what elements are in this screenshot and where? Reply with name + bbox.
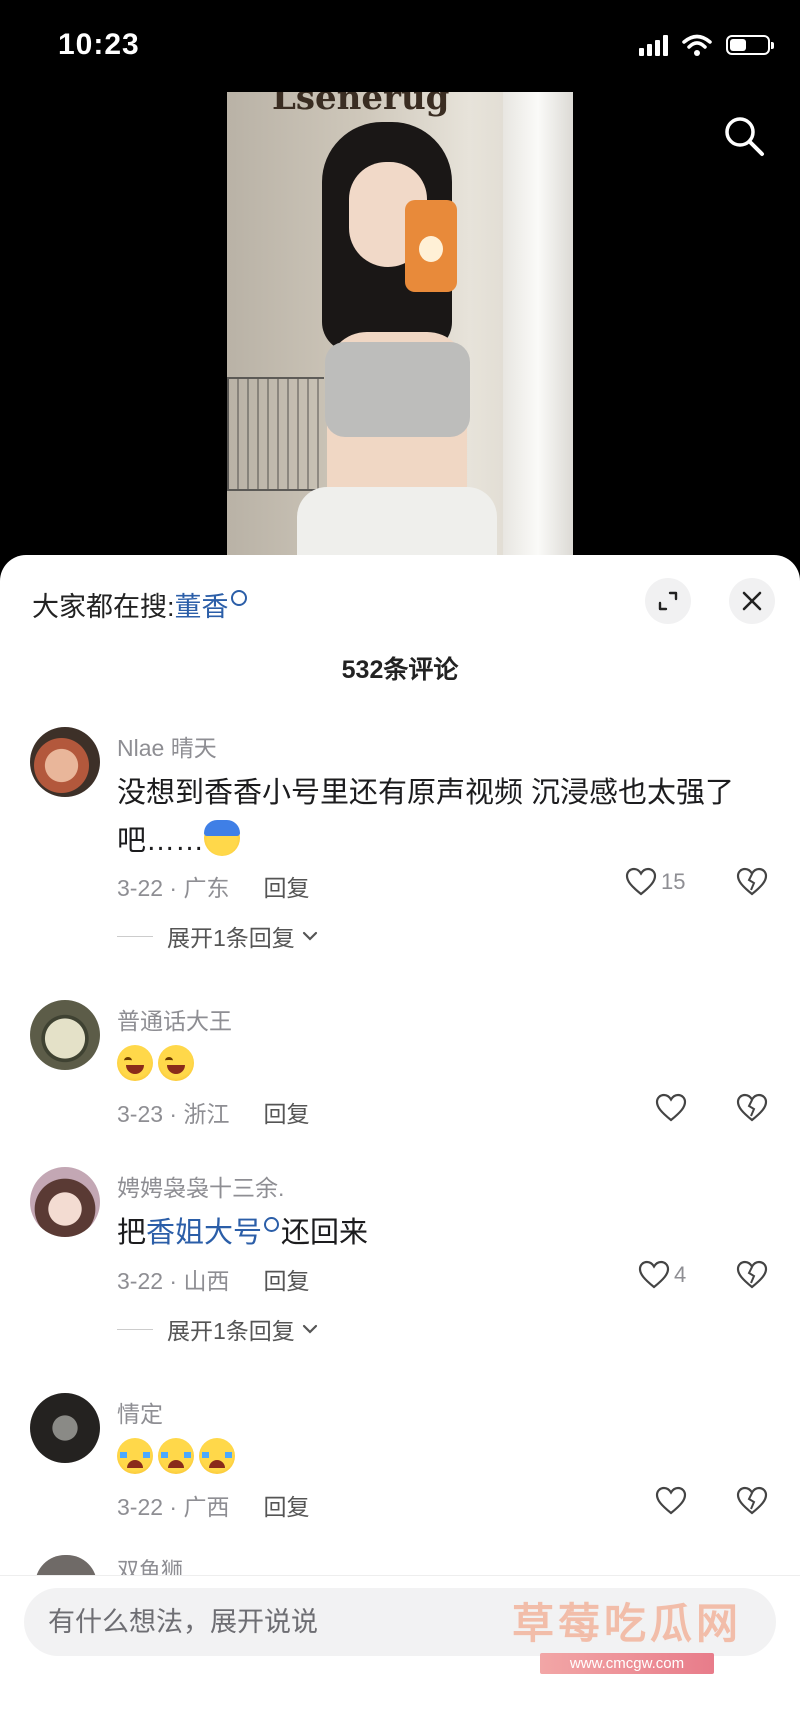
signal-icon	[639, 34, 668, 56]
sweat-emoji-icon	[204, 820, 241, 856]
close-icon	[742, 591, 762, 611]
avatar[interactable]	[30, 1000, 100, 1070]
comment-username[interactable]: 情定	[117, 1395, 163, 1429]
comment-search-link[interactable]: 香姐大号	[146, 1217, 262, 1249]
shopping-cart-shape	[227, 377, 324, 491]
comment-date-location: 3-22 · 山西	[117, 1268, 230, 1294]
expand-replies-label: 展开1条回复	[167, 925, 295, 951]
like-button[interactable]: 4	[638, 1260, 704, 1290]
comment-text: 把香姐大号 还回来	[117, 1209, 737, 1257]
video-wall-sign: Lsenerug	[272, 92, 450, 118]
comment-date-location: 3-22 · 广西	[117, 1494, 230, 1520]
broken-heart-icon[interactable]	[736, 867, 768, 897]
comment-date-location: 3-22 · 广东	[117, 875, 230, 901]
person-top-shape	[325, 342, 470, 437]
crying-emoji-icon	[117, 1438, 153, 1474]
like-button[interactable]	[655, 1093, 687, 1123]
comment-meta: 3-23 · 浙江 回复	[117, 1095, 309, 1129]
comment-meta: 3-22 · 广东 回复	[117, 869, 309, 903]
laughing-emoji-icon	[158, 1045, 194, 1081]
expand-replies-button[interactable]: 展开1条回复	[117, 1312, 319, 1346]
phone-shape	[405, 200, 457, 292]
crying-emoji-icon	[199, 1438, 235, 1474]
comment-username[interactable]: Nlae 晴天	[117, 729, 217, 763]
status-time: 10:23	[58, 28, 140, 61]
heart-icon	[655, 1093, 687, 1122]
comment-meta: 3-22 · 山西 回复	[117, 1262, 309, 1296]
reply-button[interactable]: 回复	[263, 875, 309, 901]
search-icon[interactable]	[720, 112, 766, 158]
hot-search-label: 大家都在搜:	[32, 592, 175, 622]
comment-item: 娉娉袅袅十三余. 把香姐大号 还回来 3-22 · 山西 回复 4 展开1条回复	[0, 1167, 800, 1357]
comment-date-location: 3-23 · 浙江	[117, 1101, 230, 1127]
reply-button[interactable]: 回复	[263, 1494, 309, 1520]
comment-text: 没想到香香小号里还有原声视频 沉浸感也太强了吧……	[117, 769, 737, 865]
close-button[interactable]	[729, 578, 775, 624]
heart-icon	[625, 867, 657, 896]
reply-button[interactable]: 回复	[263, 1268, 309, 1294]
watermark: 草莓吃瓜网 www.cmcgw.com	[512, 1590, 742, 1674]
avatar[interactable]	[30, 727, 100, 797]
avatar[interactable]	[30, 1393, 100, 1463]
video-thumbnail[interactable]: Lsenerug	[227, 92, 573, 562]
comment-count: 532条评论	[341, 656, 459, 684]
watermark-title: 草莓吃瓜网	[512, 1600, 743, 1647]
laughing-emoji-icon	[117, 1045, 153, 1081]
comment-username[interactable]: 双鱼狮	[117, 1553, 183, 1577]
like-button[interactable]	[655, 1486, 687, 1516]
crying-emoji-icon	[158, 1438, 194, 1474]
comment-text-before: 把	[117, 1217, 147, 1249]
video-area[interactable]: Lsenerug	[0, 92, 800, 562]
like-button[interactable]: 15	[625, 867, 691, 897]
comment-input-bar: 有什么想法，展开说说 草莓吃瓜网 www.cmcgw.com	[0, 1575, 800, 1733]
expand-replies-label: 展开1条回复	[167, 1318, 295, 1344]
like-count: 4	[674, 1262, 687, 1287]
chevron-down-icon	[302, 931, 317, 941]
person-pants-shape	[297, 487, 497, 562]
chevron-down-icon	[302, 1324, 317, 1334]
expand-button[interactable]	[645, 578, 691, 624]
wifi-icon	[682, 34, 712, 56]
comment-item: 普通话大王 3-23 · 浙江 回复	[0, 1000, 800, 1150]
broken-heart-icon[interactable]	[736, 1093, 768, 1123]
comment-text	[117, 1435, 737, 1483]
comment-text-after: 还回来	[281, 1217, 369, 1249]
broken-heart-icon[interactable]	[736, 1260, 768, 1290]
comment-item: Nlae 晴天 没想到香香小号里还有原声视频 沉浸感也太强了吧…… 3-22 ·…	[0, 727, 800, 951]
expand-replies-button[interactable]: 展开1条回复	[117, 919, 319, 953]
comment-username[interactable]: 普通话大王	[117, 1002, 232, 1036]
comment-username[interactable]: 娉娉袅袅十三余.	[117, 1169, 284, 1203]
hot-search-bar[interactable]: 大家都在搜:董香	[32, 585, 247, 624]
curtain-shape	[503, 92, 573, 562]
keyword-search-icon	[230, 590, 247, 606]
battery-icon	[726, 35, 774, 55]
heart-icon	[638, 1260, 670, 1289]
comment-item: 情定 3-22 · 广西 回复	[0, 1393, 800, 1543]
reply-button[interactable]: 回复	[263, 1101, 309, 1127]
hot-search-keyword[interactable]: 董香	[175, 592, 229, 622]
heart-icon	[655, 1486, 687, 1515]
broken-heart-icon[interactable]	[736, 1486, 768, 1516]
expand-icon	[658, 591, 678, 611]
watermark-url: www.cmcgw.com	[539, 1653, 715, 1674]
like-count: 15	[661, 869, 686, 894]
status-bar: 10:23	[0, 0, 800, 92]
comment-text	[117, 1042, 737, 1090]
avatar[interactable]	[30, 1167, 100, 1237]
link-search-icon	[264, 1217, 280, 1232]
status-icons	[639, 34, 774, 56]
comment-meta: 3-22 · 广西 回复	[117, 1488, 309, 1522]
